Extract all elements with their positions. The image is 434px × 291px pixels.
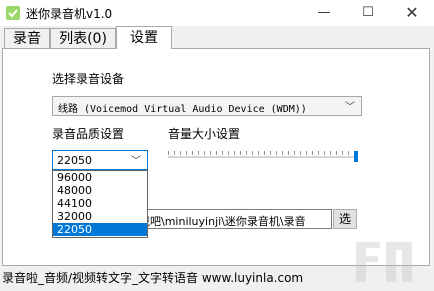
tab-list[interactable]: 列表(0) — [50, 28, 116, 48]
slider-ticks — [168, 151, 354, 155]
watermark-logo-icon — [356, 242, 412, 282]
quality-option[interactable]: 96000 — [53, 171, 147, 184]
tab-settings[interactable]: 设置 — [116, 26, 172, 49]
quality-option[interactable]: 44100 — [53, 197, 147, 210]
quality-option[interactable]: 22050 — [53, 223, 147, 236]
device-label: 选择录音设备 — [52, 72, 125, 86]
save-path-input[interactable]: 载吧\miniluyinji\迷你录音机\录音 — [140, 209, 332, 229]
maximize-button[interactable]: ☐ — [346, 0, 390, 26]
quality-option[interactable]: 48000 — [53, 184, 147, 197]
volume-label: 音量大小设置 — [168, 127, 241, 141]
quality-option[interactable]: 32000 — [53, 210, 147, 223]
quality-dropdown-list: 96000 48000 44100 32000 22050 — [52, 170, 148, 238]
chevron-down-icon: ﹀ — [131, 156, 141, 167]
browse-button[interactable]: 选 — [333, 209, 357, 229]
quality-select-value: 22050 — [57, 154, 92, 167]
slider-thumb[interactable] — [354, 151, 358, 162]
chevron-down-icon: ﹀ — [345, 102, 355, 113]
close-button[interactable]: ✕ — [390, 0, 434, 26]
title-bar: 迷你录音机v1.0 — ☐ ✕ — [0, 0, 434, 26]
quality-label: 录音品质设置 — [52, 127, 125, 141]
footer-text: 录音啦_音频/视频转文字_文字转语音 www.luyinla.com — [2, 271, 304, 285]
volume-slider[interactable] — [168, 151, 358, 163]
app-check-icon — [6, 6, 20, 20]
quality-select[interactable]: 22050 ﹀ — [52, 150, 148, 170]
window-title: 迷你录音机v1.0 — [26, 7, 113, 21]
tab-record[interactable]: 录音 — [4, 28, 50, 48]
device-select[interactable]: 线路 (Voicemod Virtual Audio Device (WDM))… — [52, 96, 362, 116]
slider-track-line — [168, 156, 356, 158]
minimize-button[interactable]: — — [302, 0, 346, 26]
device-select-value: 线路 (Voicemod Virtual Audio Device (WDM)) — [58, 104, 307, 115]
save-path-value: 载吧\miniluyinji\迷你录音机\录音 — [140, 215, 306, 228]
